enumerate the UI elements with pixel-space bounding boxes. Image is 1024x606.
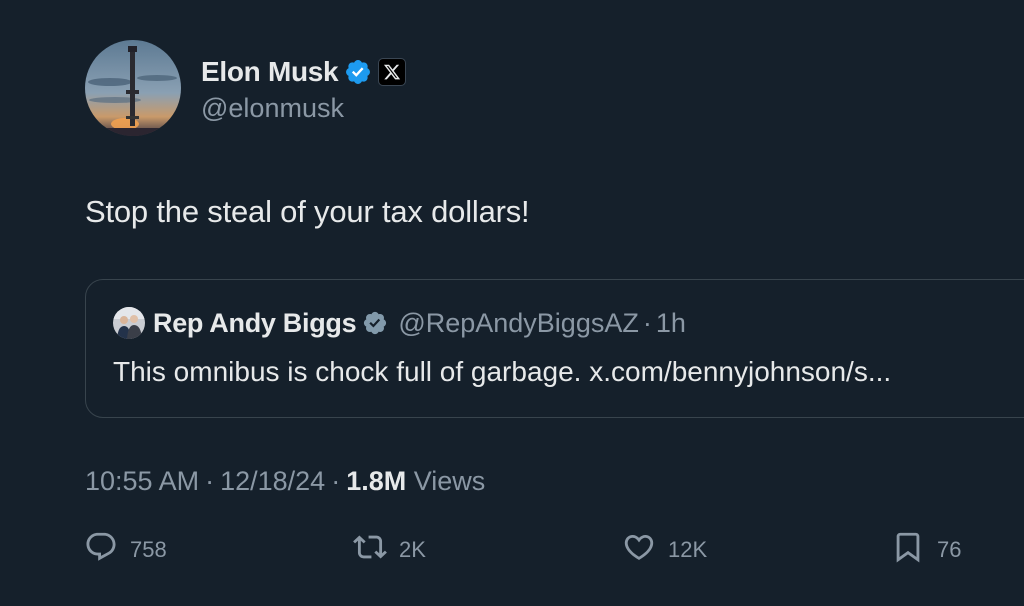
heart-icon xyxy=(622,530,656,569)
tweet-header: Elon Musk @elonmusk xyxy=(85,40,407,136)
author-avatar[interactable] xyxy=(85,40,181,136)
author-handle[interactable]: @elonmusk xyxy=(201,93,406,124)
reply-icon xyxy=(84,530,118,569)
quoted-author-avatar xyxy=(113,307,145,339)
tweet-date[interactable]: 12/18/24 xyxy=(220,466,325,496)
repost-count: 2K xyxy=(399,536,426,562)
meta-separator: · xyxy=(205,466,215,496)
quoted-author-display-name: Rep Andy Biggs xyxy=(153,307,357,338)
tweet-actions: 758 2K 12K 76 xyxy=(0,530,1024,570)
tweet-time[interactable]: 10:55 AM xyxy=(85,466,199,496)
x-logo-icon[interactable] xyxy=(378,58,407,86)
bookmark-icon xyxy=(891,530,925,569)
quoted-author-handle: @RepAndyBiggsAZ xyxy=(398,307,639,338)
tweet-meta: 10:55 AM · 12/18/24 · 1.8M Views xyxy=(85,466,485,497)
tweet-text: Stop the steal of your tax dollars! xyxy=(85,194,530,229)
tweet-detail-page: Elon Musk @elonmusk Stop the steal of yo… xyxy=(0,0,1024,606)
bookmark-button[interactable]: 76 xyxy=(891,530,961,569)
quoted-tweet-text: This omnibus is chock full of garbage. x… xyxy=(113,356,892,387)
like-count: 12K xyxy=(668,536,708,562)
author-names: Elon Musk @elonmusk xyxy=(201,52,407,124)
quoted-timestamp: 1h xyxy=(655,307,686,338)
like-button[interactable]: 12K xyxy=(622,530,707,569)
reply-button[interactable]: 758 xyxy=(84,530,167,569)
quoted-tweet-header: Rep Andy Biggs @RepAndyBiggsAZ · 1h xyxy=(113,307,686,339)
bookmark-count: 76 xyxy=(937,536,962,562)
quoted-separator: · xyxy=(642,307,652,338)
quoted-tweet-card[interactable]: Rep Andy Biggs @RepAndyBiggsAZ · 1h This… xyxy=(85,279,1024,418)
views-label: Views xyxy=(413,466,486,496)
meta-separator: · xyxy=(331,466,341,496)
repost-icon xyxy=(353,530,387,569)
verified-badge-icon xyxy=(344,58,372,86)
author-name-row: Elon Musk xyxy=(201,52,407,92)
reply-count: 758 xyxy=(130,536,167,562)
repost-button[interactable]: 2K xyxy=(353,530,426,569)
author-display-name[interactable]: Elon Musk xyxy=(201,56,339,88)
views-count: 1.8M xyxy=(346,466,407,496)
quoted-verified-badge-icon xyxy=(362,310,388,336)
